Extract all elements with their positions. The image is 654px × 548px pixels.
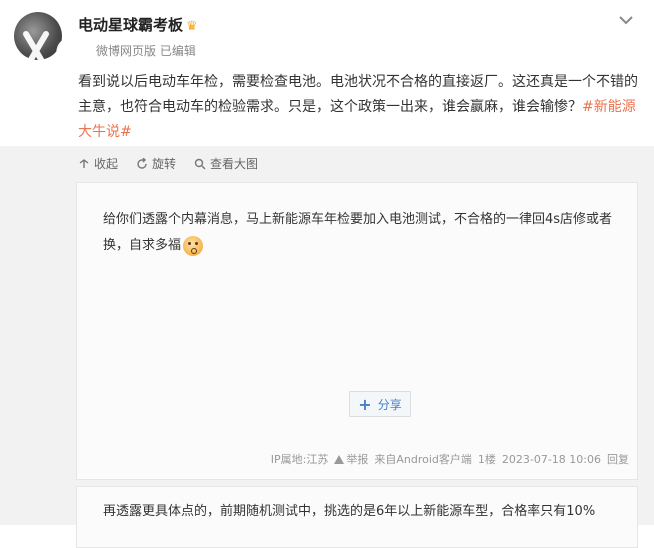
share-button[interactable]: + 分享 [349,391,411,417]
rotate-icon [137,157,147,169]
embedded-comment-card-2: 再透露更具体点的，前期随机测试中，挑选的是6年以上新能源车型，合格率只有10% [76,486,638,548]
collapse-icon [79,158,89,168]
plus-icon: + [358,394,372,414]
reply-link[interactable]: 回复 [607,451,629,467]
comment-meta: IP属地:江苏 举报 来自Android客户端 1楼 2023-07-18 10… [271,451,629,467]
image-toolbar: 收起 旋转 查看大图 [78,155,258,172]
collapse-button[interactable]: 收起 [78,155,118,172]
floor-number: 1楼 [477,453,496,466]
post-source-info: 微博网页版 已编辑 [96,44,196,58]
rotate-button[interactable]: 旋转 [136,155,176,172]
view-large-icon [194,158,206,169]
comment-text-2: 再透露更具体点的，前期随机测试中，挑选的是6年以上新能源车型，合格率只有10% [103,504,596,519]
report-label: 举报 [346,453,369,466]
crown-icon: ♛ [186,19,198,34]
report-link[interactable]: 举报 [334,451,368,467]
collapse-label: 收起 [94,157,119,171]
view-large-button[interactable]: 查看大图 [194,155,258,172]
comment-text: 给你们透露个内幕消息，马上新能源车年检要加入电池测试，不合格的一律回4s店修或者… [103,207,623,259]
comment-text-content: 给你们透露个内幕消息，马上新能源车年检要加入电池测试，不合格的一律回4s店修或者… [103,212,613,253]
username-text[interactable]: 电动星球霸考板 [78,16,183,34]
chevron-down-icon[interactable] [616,10,636,30]
warning-icon [334,454,345,464]
comment-timestamp: 2023-07-18 10:06 [501,452,601,466]
username[interactable]: 电动星球霸考板 ♛ [78,14,198,35]
embedded-comment-card: 给你们透露个内幕消息，马上新能源车年检要加入电池测试，不合格的一律回4s店修或者… [76,182,638,480]
share-label: 分享 [377,397,402,412]
shocked-emoji-icon [183,235,204,256]
ip-location: IP属地:江苏 [270,453,329,466]
client-source: 来自Android客户端 [374,453,472,466]
post-body: 看到说以后电动车年检，需要检查电池。电池状况不合格的直接返厂。这还真是一个不错的… [78,70,638,145]
view-large-label: 查看大图 [210,157,259,171]
rotate-label: 旋转 [152,157,177,171]
post-body-text: 看到说以后电动车年检，需要检查电池。电池状况不合格的直接返厂。这还真是一个不错的… [78,74,638,115]
